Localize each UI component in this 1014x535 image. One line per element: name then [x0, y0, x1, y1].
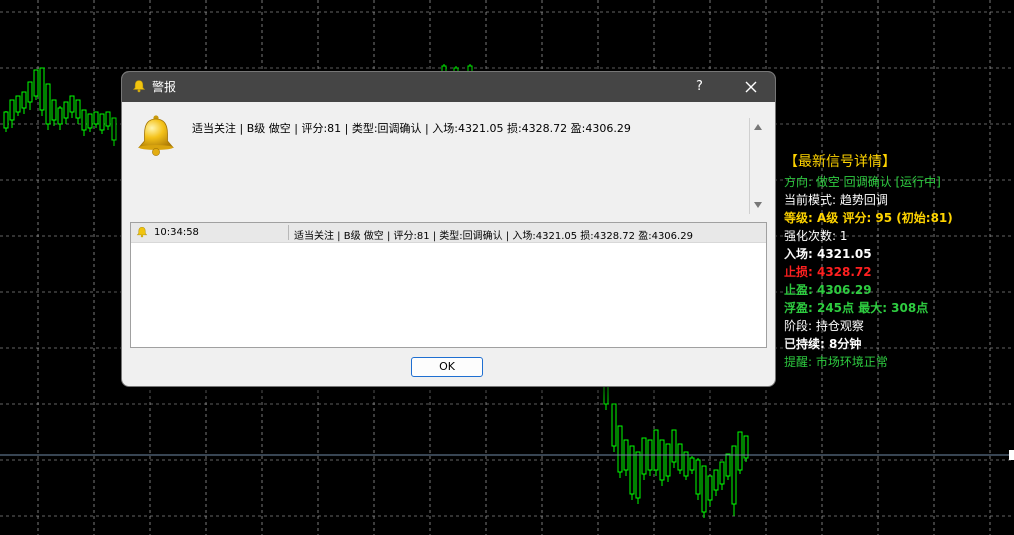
signal-line: 强化次数: 1 — [784, 229, 848, 243]
bell-icon — [132, 80, 146, 93]
candle-body — [3, 111, 9, 129]
signal-line: 浮盈: 245点 最大: 308点 — [784, 301, 929, 315]
price-marker — [1009, 450, 1014, 460]
candle-body — [15, 95, 21, 113]
candle-body — [737, 431, 743, 471]
signal-line: 提醒: 市场环境正常 — [784, 355, 888, 369]
candle-body — [695, 459, 701, 495]
column-divider — [288, 225, 289, 240]
alert-log-list[interactable]: 10:34:58 适当关注 | B级 做空 | 评分:81 | 类型:回调确认 … — [130, 222, 767, 348]
signal-line: 方向: 做空 回调确认 [运行中] — [784, 175, 941, 189]
alert-bell-icon — [138, 115, 174, 156]
scroll-down-arrow-icon[interactable] — [754, 202, 762, 208]
ok-button[interactable]: OK — [411, 357, 483, 377]
candle-body — [51, 99, 57, 121]
candle-body — [63, 101, 69, 119]
candle-body — [683, 451, 689, 477]
alert-message: 适当关注 | B级 做空 | 评分:81 | 类型:回调确认 | 入场:4321… — [192, 122, 631, 135]
close-icon[interactable] — [742, 78, 760, 96]
candle-body — [629, 445, 635, 495]
candle-body — [641, 437, 647, 475]
candle-body — [33, 69, 39, 97]
candle-body — [69, 95, 75, 113]
candle-body — [99, 113, 105, 131]
candle-body — [87, 113, 93, 129]
candle-body — [27, 81, 33, 103]
dialog-title: 警报 — [152, 80, 177, 94]
candle-body — [659, 439, 665, 481]
candle-body — [81, 109, 87, 131]
signal-panel-title: 【最新信号详情】 — [784, 154, 896, 170]
signal-panel-lines: 方向: 做空 回调确认 [运行中] 当前模式: 趋势回调等级: A级 评分: 95… — [784, 173, 953, 371]
candle-body — [671, 429, 677, 463]
log-message: 适当关注 | B级 做空 | 评分:81 | 类型:回调确认 | 入场:4321… — [294, 231, 693, 242]
candle-body — [45, 83, 51, 125]
signal-line: 当前模式: 趋势回调 — [784, 193, 888, 207]
candle-body — [665, 443, 671, 477]
candle-body — [611, 403, 617, 447]
candle-body — [111, 117, 117, 141]
candle-body — [653, 429, 659, 471]
bell-icon — [136, 227, 148, 238]
candle-body — [603, 385, 609, 405]
signal-details-panel: 【最新信号详情】 方向: 做空 回调确认 [运行中] 当前模式: 趋势回调等级: … — [784, 152, 953, 371]
candle-body — [725, 453, 731, 477]
candle-body — [719, 461, 725, 485]
signal-line: 止盈: 4306.29 — [784, 283, 872, 297]
candle-body — [57, 107, 63, 125]
candle-body — [677, 443, 683, 471]
message-scroll-track — [749, 118, 750, 214]
candle-body — [75, 99, 81, 119]
candle-body — [617, 425, 623, 473]
candle-body — [635, 451, 641, 499]
candle-body — [105, 111, 111, 127]
help-button[interactable]: ? — [696, 79, 703, 95]
candle-body — [93, 111, 99, 125]
dialog-titlebar[interactable]: 警报 ? — [122, 72, 775, 102]
log-row[interactable]: 10:34:58 适当关注 | B级 做空 | 评分:81 | 类型:回调确认 … — [131, 223, 766, 243]
signal-line: 已持续: 8分钟 — [784, 337, 862, 351]
signal-line: 止损: 4328.72 — [784, 265, 872, 279]
scroll-up-arrow-icon[interactable] — [754, 124, 762, 130]
signal-line: 阶段: 持仓观察 — [784, 319, 864, 333]
candle-body — [713, 469, 719, 491]
candle-body — [701, 465, 707, 513]
candle-body — [9, 99, 15, 121]
log-time: 10:34:58 — [154, 227, 199, 238]
candle-body — [21, 91, 27, 109]
alert-dialog: 警报 ? 适当关注 | B级 做空 | 评分:81 | 类型:回调确认 | 入场… — [121, 71, 776, 387]
signal-line: 入场: 4321.05 — [784, 247, 872, 261]
candle-body — [689, 457, 695, 471]
candle-body — [707, 475, 713, 501]
signal-line: 等级: A级 评分: 95 (初始:81) — [784, 211, 953, 225]
candle-body — [39, 67, 45, 111]
